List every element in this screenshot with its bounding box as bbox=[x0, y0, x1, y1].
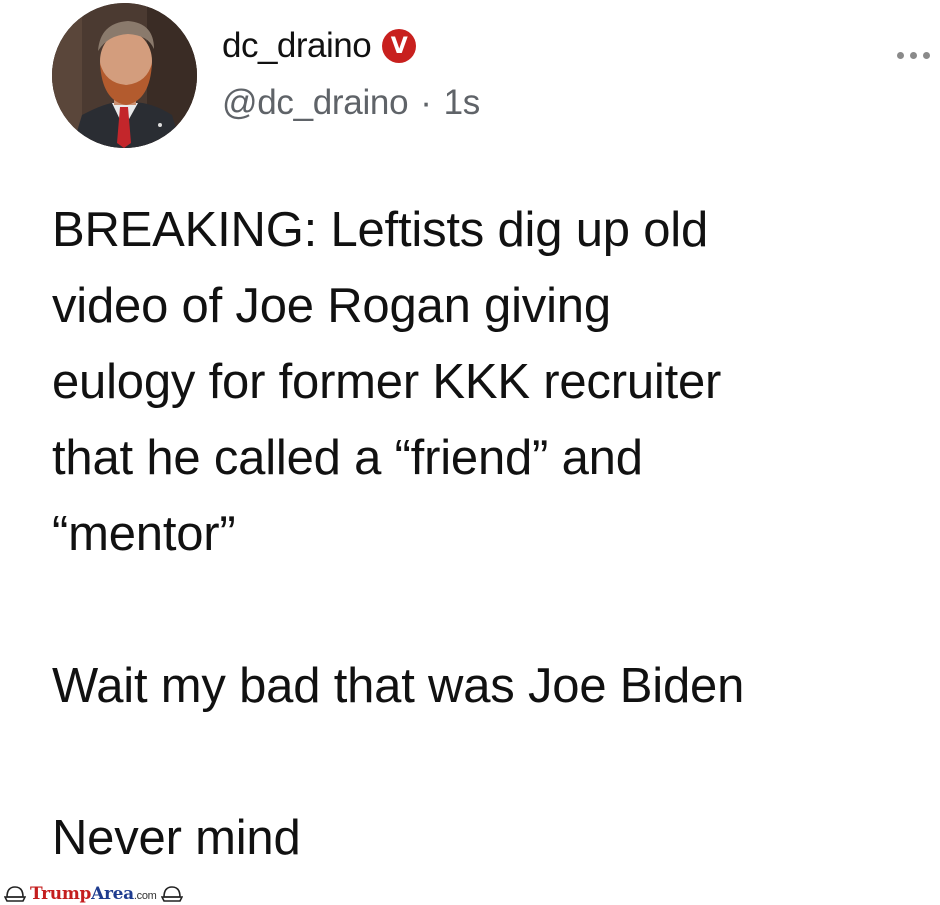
brand-part2: Area bbox=[91, 884, 134, 904]
post-text-line: eulogy for former KKK recruiter bbox=[52, 355, 722, 409]
more-dot bbox=[910, 52, 917, 59]
more-horizontal-icon[interactable] bbox=[897, 52, 930, 59]
post-text: BREAKING: Leftists dig up old video of J… bbox=[52, 192, 912, 876]
post-card: dc_draino V @dc_draino · 1s BREAKING: Le… bbox=[0, 0, 940, 905]
post-text-line: Wait my bad that was Joe Biden bbox=[52, 659, 745, 713]
user-handle[interactable]: @dc_draino bbox=[222, 83, 409, 123]
display-name-row: dc_draino V bbox=[222, 26, 417, 66]
avatar-image bbox=[52, 3, 197, 148]
verified-badge-icon: V bbox=[382, 29, 417, 63]
brand-part1: Trump bbox=[30, 884, 92, 904]
watermark-brand: TrumpArea.com bbox=[30, 884, 157, 904]
handle-row: @dc_draino · 1s bbox=[222, 83, 480, 123]
brand-tld: .com bbox=[133, 890, 157, 902]
post-text-line: Never mind bbox=[52, 811, 301, 865]
post-text-line: video of Joe Rogan giving bbox=[52, 279, 611, 333]
watermark: TrumpArea.com bbox=[4, 883, 183, 905]
post-text-line: BREAKING: Leftists dig up old bbox=[52, 203, 709, 257]
separator-dot: · bbox=[420, 83, 432, 122]
post-text-line: “mentor” bbox=[52, 507, 236, 561]
avatar[interactable] bbox=[52, 3, 197, 148]
more-dot bbox=[897, 52, 904, 59]
display-name[interactable]: dc_draino bbox=[222, 26, 372, 66]
hat-icon bbox=[4, 885, 26, 903]
hat-icon bbox=[160, 885, 183, 903]
post-text-line: that he called a “friend” and bbox=[52, 431, 643, 485]
more-dot bbox=[923, 52, 930, 59]
timestamp[interactable]: 1s bbox=[444, 83, 481, 123]
